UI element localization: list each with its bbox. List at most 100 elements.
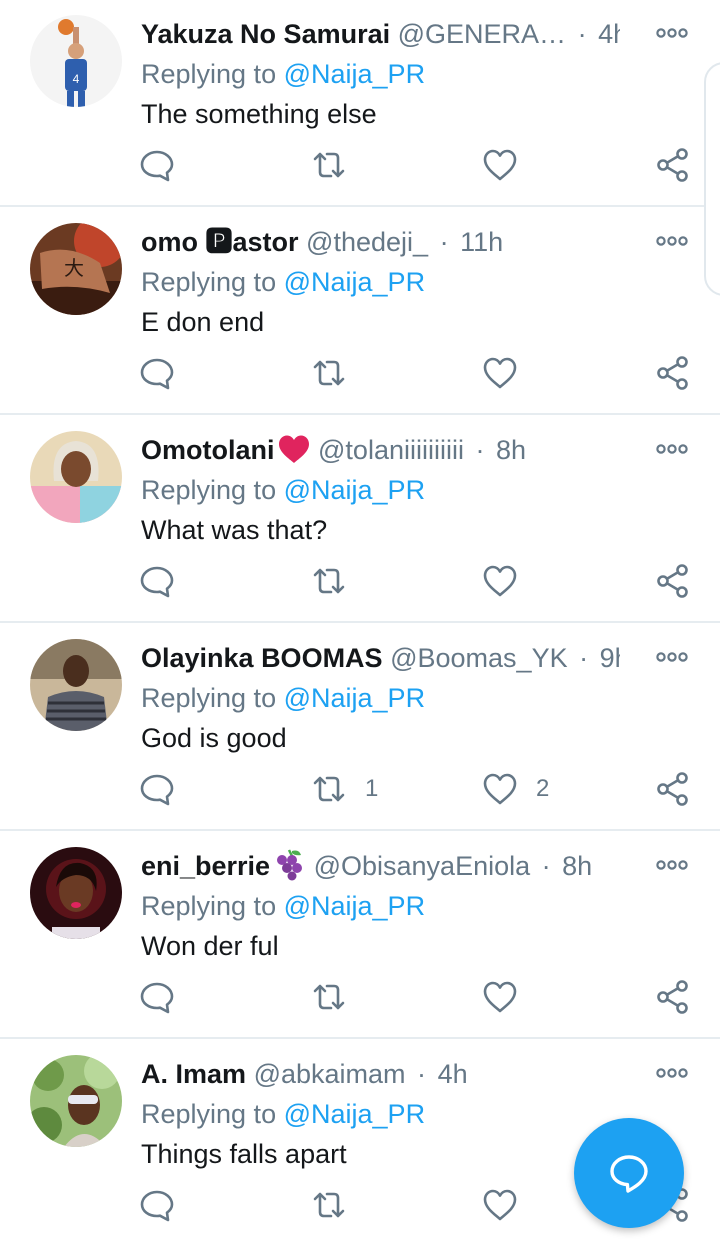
retweet-icon[interactable] bbox=[311, 1187, 347, 1223]
tweet-header: Omotolani @tolaniiiiiiiiii · 8h bbox=[141, 430, 620, 470]
replying-to-label: Replying to bbox=[141, 59, 277, 89]
user-handle[interactable]: @abkaimam bbox=[254, 1059, 406, 1089]
timestamp[interactable]: 9h bbox=[600, 643, 620, 673]
avatar[interactable] bbox=[30, 1055, 122, 1147]
replying-to-link[interactable]: @Naija_PR bbox=[284, 59, 425, 89]
timestamp[interactable]: 11h bbox=[460, 227, 503, 257]
tweet-text: God is good bbox=[141, 723, 287, 753]
meta-separator: · bbox=[475, 435, 485, 465]
reply-icon[interactable] bbox=[139, 563, 175, 599]
more-options-icon[interactable] bbox=[655, 1064, 689, 1082]
retweet-count: 1 bbox=[365, 775, 379, 802]
replying-to-link[interactable]: @Naija_PR bbox=[284, 891, 425, 921]
reply-tweet[interactable]: eni_berrie @ObisanyaEniola · 8h Replying… bbox=[0, 832, 720, 1039]
user-handle[interactable]: @Boomas_YK bbox=[390, 643, 568, 673]
tweet-header: A. Imam @abkaimam · 4h bbox=[141, 1054, 620, 1094]
avatar[interactable] bbox=[30, 431, 122, 523]
avatar[interactable]: 4 bbox=[30, 15, 122, 107]
tweet-text: The something else bbox=[141, 99, 377, 129]
replying-to-link[interactable]: @Naija_PR bbox=[284, 1099, 425, 1129]
share-icon[interactable] bbox=[655, 979, 691, 1015]
replying-to-link[interactable]: @Naija_PR bbox=[284, 475, 425, 505]
meta-separator: · bbox=[577, 19, 587, 49]
tweet-header: Olayinka BOOMAS @Boomas_YK · 9h bbox=[141, 638, 620, 678]
avatar[interactable] bbox=[30, 847, 122, 939]
meta-separator: · bbox=[439, 227, 449, 257]
heart-icon[interactable] bbox=[482, 147, 518, 183]
display-name[interactable]: Olayinka BOOMAS bbox=[141, 643, 383, 673]
retweet-icon[interactable] bbox=[311, 563, 347, 599]
avatar[interactable]: 大 bbox=[30, 223, 122, 315]
tweet-text: Won der ful bbox=[141, 931, 279, 961]
reply-tweet[interactable]: 大 omo 🅿astor @thedeji_ · 11h Replying to… bbox=[0, 208, 720, 415]
tweet-header: omo 🅿astor @thedeji_ · 11h bbox=[141, 222, 620, 262]
display-name[interactable]: eni_berrie bbox=[141, 851, 270, 881]
retweet-icon[interactable] bbox=[311, 355, 347, 391]
share-icon[interactable] bbox=[655, 771, 691, 807]
heart-icon[interactable] bbox=[482, 771, 518, 807]
meta-separator: · bbox=[541, 851, 551, 881]
tweet-divider bbox=[0, 1037, 720, 1039]
reply-icon[interactable] bbox=[139, 979, 175, 1015]
heart-icon[interactable] bbox=[482, 563, 518, 599]
heart-icon[interactable] bbox=[482, 979, 518, 1015]
display-name[interactable]: Omotolani bbox=[141, 435, 275, 465]
timestamp[interactable]: 4h bbox=[598, 19, 620, 49]
tweet-header: Yakuza No Samurai @GENERA… · 4h bbox=[141, 14, 620, 54]
replying-to-line: Replying to @Naija_PR bbox=[141, 54, 425, 94]
avatar[interactable] bbox=[30, 639, 122, 731]
reply-icon[interactable] bbox=[139, 771, 175, 807]
reply-icon[interactable] bbox=[139, 147, 175, 183]
tweet-header: eni_berrie @ObisanyaEniola · 8h bbox=[141, 846, 620, 886]
replying-to-label: Replying to bbox=[141, 267, 277, 297]
replying-to-label: Replying to bbox=[141, 683, 277, 713]
timestamp[interactable]: 8h bbox=[562, 851, 592, 881]
share-icon[interactable] bbox=[655, 355, 691, 391]
reply-tweet[interactable]: Omotolani @tolaniiiiiiiiii · 8h Replying… bbox=[0, 416, 720, 623]
retweet-icon[interactable] bbox=[311, 771, 347, 807]
tweet-divider bbox=[0, 829, 720, 831]
more-options-icon[interactable] bbox=[655, 232, 689, 250]
replying-to-label: Replying to bbox=[141, 891, 277, 921]
user-handle[interactable]: @ObisanyaEniola bbox=[314, 851, 531, 881]
reply-icon[interactable] bbox=[139, 1187, 175, 1223]
scroll-indicator[interactable] bbox=[704, 62, 720, 296]
meta-separator: · bbox=[579, 643, 589, 673]
retweet-icon[interactable] bbox=[311, 147, 347, 183]
heart-emoji-icon bbox=[277, 433, 311, 470]
retweet-icon[interactable] bbox=[311, 979, 347, 1015]
timestamp[interactable]: 8h bbox=[496, 435, 526, 465]
replying-to-label: Replying to bbox=[141, 475, 277, 505]
user-handle[interactable]: @thedeji_ bbox=[306, 227, 428, 257]
share-icon[interactable] bbox=[655, 147, 691, 183]
replying-to-link[interactable]: @Naija_PR bbox=[284, 683, 425, 713]
replying-to-label: Replying to bbox=[141, 1099, 277, 1129]
heart-icon[interactable] bbox=[482, 355, 518, 391]
replying-to-line: Replying to @Naija_PR bbox=[141, 678, 425, 718]
tweet-text: Things falls apart bbox=[141, 1139, 347, 1169]
display-name[interactable]: omo 🅿astor bbox=[141, 227, 299, 257]
user-handle[interactable]: @GENERA… bbox=[398, 19, 566, 49]
tweet-text: E don end bbox=[141, 307, 265, 337]
replying-to-line: Replying to @Naija_PR bbox=[141, 262, 425, 302]
reply-feed: 4 Yakuza No Samurai @GENERA… · 4h Replyi… bbox=[0, 0, 720, 1222]
more-options-icon[interactable] bbox=[655, 856, 689, 874]
tweet-text: What was that? bbox=[141, 515, 328, 545]
display-name[interactable]: Yakuza No Samurai bbox=[141, 19, 390, 49]
replying-to-line: Replying to @Naija_PR bbox=[141, 886, 425, 926]
user-handle[interactable]: @tolaniiiiiiiiii bbox=[318, 435, 464, 465]
timestamp[interactable]: 4h bbox=[438, 1059, 468, 1089]
meta-separator: · bbox=[417, 1059, 427, 1089]
more-options-icon[interactable] bbox=[655, 648, 689, 666]
svg-text:4: 4 bbox=[73, 72, 80, 86]
reply-icon[interactable] bbox=[139, 355, 175, 391]
share-icon[interactable] bbox=[655, 563, 691, 599]
reply-tweet[interactable]: Olayinka BOOMAS @Boomas_YK · 9h Replying… bbox=[0, 624, 720, 831]
compose-reply-button[interactable] bbox=[574, 1118, 684, 1228]
display-name[interactable]: A. Imam bbox=[141, 1059, 246, 1089]
reply-tweet[interactable]: 4 Yakuza No Samurai @GENERA… · 4h Replyi… bbox=[0, 0, 720, 207]
more-options-icon[interactable] bbox=[655, 24, 689, 42]
replying-to-link[interactable]: @Naija_PR bbox=[284, 267, 425, 297]
more-options-icon[interactable] bbox=[655, 440, 689, 458]
heart-icon[interactable] bbox=[482, 1187, 518, 1223]
